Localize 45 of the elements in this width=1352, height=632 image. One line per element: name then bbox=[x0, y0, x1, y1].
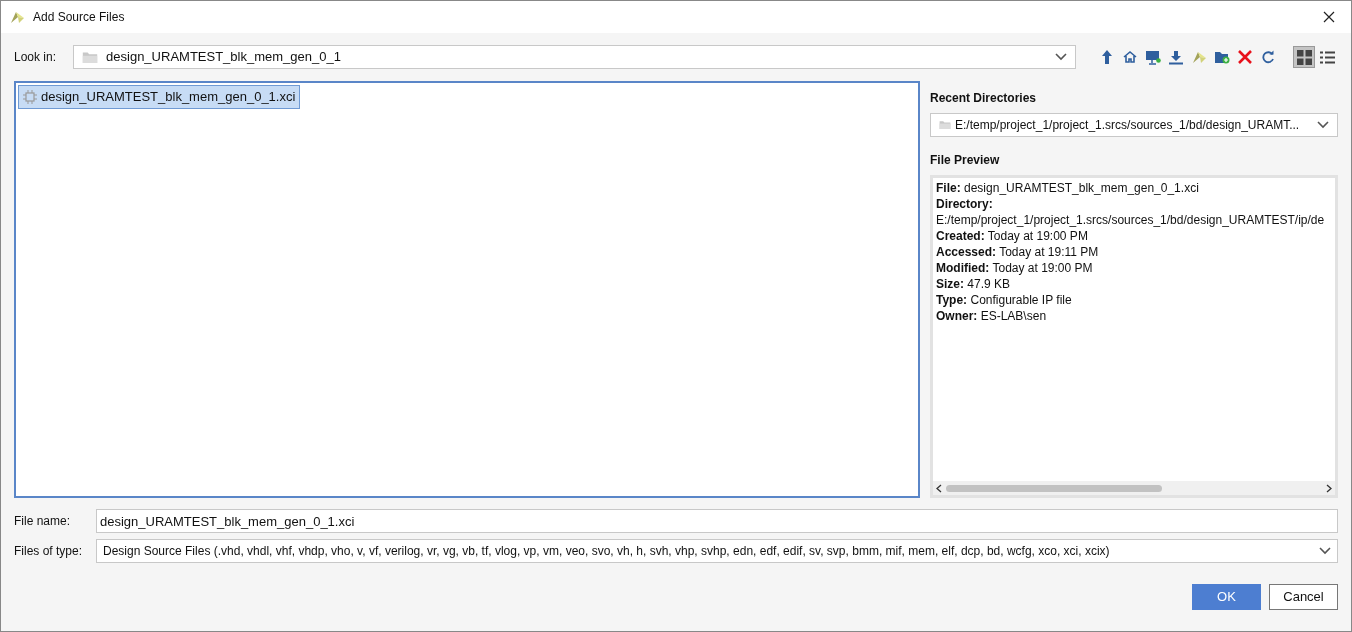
files-of-type-dropdown[interactable]: Design Source Files (.vhd, vhdl, vhf, vhdp, vho, v, vf, verilog, vr, vg, vb, tf, vlog, vp, vm, veo, svo, vh, h, svh, vhp, svhp, edn, edf, edif, sv, svp, bmm, mif, mem, elf, dcp, bd, wcfg, xco, xci, xcix) bbox=[96, 539, 1338, 563]
look-in-label: Look in: bbox=[14, 49, 58, 66]
folder-icon bbox=[939, 120, 951, 130]
file-name-field[interactable]: design_URAMTEST_blk_mem_gen_0_1.xci bbox=[96, 509, 1338, 533]
preview-line: Owner: ES-LAB\sen bbox=[936, 308, 1048, 324]
download-icon bbox=[1169, 49, 1183, 65]
look-in-value: design_URAMTEST_blk_mem_gen_0_1 bbox=[106, 48, 341, 67]
preview-line: Modified: Today at 19:00 PM bbox=[936, 260, 1094, 276]
file-name-label: File name: bbox=[14, 513, 72, 530]
home-icon bbox=[1123, 50, 1137, 64]
desktop-icon bbox=[1145, 49, 1161, 65]
recent-directories-dropdown[interactable]: E:/temp/project_1/project_1.srcs/sources_1/bd/design_URAMT... bbox=[930, 113, 1338, 137]
chip-icon bbox=[23, 89, 37, 104]
refresh-icon bbox=[1261, 50, 1275, 64]
list-view-icon bbox=[1319, 50, 1335, 64]
new-folder-icon bbox=[1214, 50, 1230, 64]
file-item[interactable]: design_URAMTEST_blk_mem_gen_0_1.xci bbox=[18, 85, 301, 109]
folder-icon bbox=[82, 50, 99, 64]
files-of-type-label: Files of type: bbox=[14, 543, 84, 560]
window-title: Add Source Files bbox=[33, 9, 125, 26]
preview-line: E:/temp/project_1/project_1.srcs/sources_1/bd/design_URAMTEST/ip/de bbox=[936, 212, 1326, 228]
chevron-down-icon bbox=[1319, 547, 1331, 555]
scroll-right-icon bbox=[1326, 483, 1332, 493]
grid-view-icon bbox=[1296, 49, 1312, 65]
chevron-down-icon bbox=[1055, 53, 1067, 61]
chevron-down-icon bbox=[1317, 121, 1329, 129]
delete-x-icon bbox=[1238, 50, 1252, 64]
preview-line: File: design_URAMTEST_blk_mem_gen_0_1.xci bbox=[936, 180, 1200, 196]
app-logo-icon bbox=[9, 9, 25, 25]
recent-directories-heading: Recent Directories bbox=[930, 90, 1038, 107]
preview-line: Created: Today at 19:00 PM bbox=[936, 228, 1089, 244]
preview-line: Size: 47.9 KB bbox=[936, 276, 1012, 292]
horizontal-scrollbar[interactable] bbox=[933, 481, 1335, 495]
logo-icon bbox=[1191, 49, 1207, 65]
ok-button[interactable]: OK bbox=[1192, 584, 1261, 610]
preview-line: Type: Configurable IP file bbox=[936, 292, 1073, 308]
preview-line: Accessed: Today at 19:11 PM bbox=[936, 244, 1100, 260]
cancel-button[interactable]: Cancel bbox=[1269, 584, 1338, 610]
up-arrow-icon bbox=[1101, 49, 1113, 65]
file-preview-heading: File Preview bbox=[930, 152, 1001, 169]
preview-line: Directory: bbox=[936, 196, 994, 212]
close-icon bbox=[1323, 11, 1335, 23]
scroll-left-icon bbox=[936, 483, 942, 493]
grid-view-button[interactable] bbox=[1293, 46, 1315, 68]
look-in-dropdown[interactable]: design_URAMTEST_blk_mem_gen_0_1 bbox=[73, 45, 1076, 69]
